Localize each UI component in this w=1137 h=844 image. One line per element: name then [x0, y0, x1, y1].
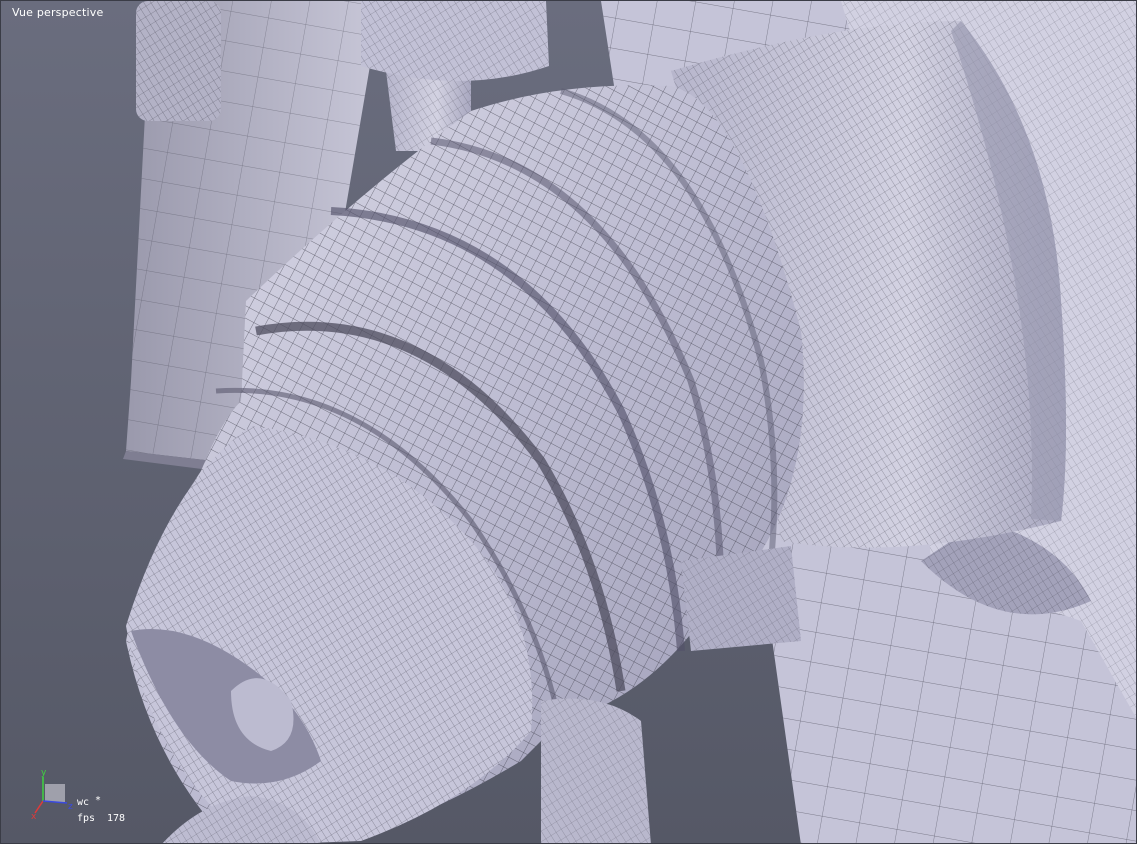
hud-overlay: wc * fps 178 [31, 771, 141, 831]
mesh-scene[interactable]: y x z [1, 1, 1137, 844]
fps-label: fps [77, 813, 96, 824]
fps-value: 178 [107, 813, 126, 824]
3d-viewport[interactable]: y x z Vue perspective wc * fps 178 [0, 0, 1137, 844]
coordinate-system-label: wc [77, 797, 90, 808]
view-title: Vue perspective [12, 6, 104, 19]
modified-marker: * [95, 795, 102, 806]
